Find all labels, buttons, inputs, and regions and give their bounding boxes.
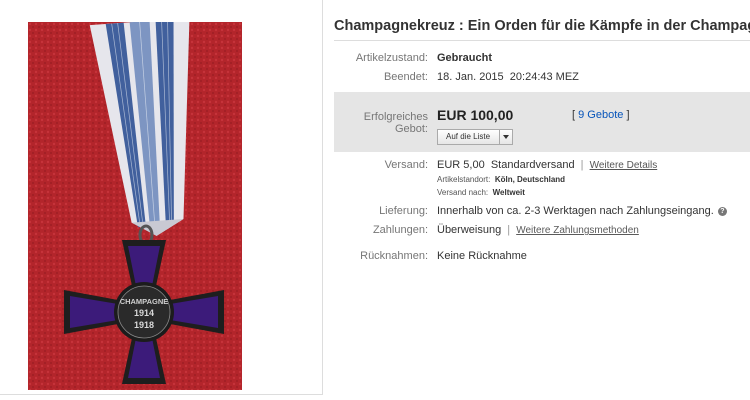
medal-illustration: CHAMPAGNE 1914 1918	[28, 22, 242, 390]
returns-value: Keine Rücknahme	[437, 250, 527, 262]
condition-value-text: Gebraucht	[437, 52, 493, 64]
cross-year-start: 1914	[134, 308, 154, 318]
delivery-text: Innerhalb von ca. 2-3 Werktagen nach Zah…	[437, 205, 714, 217]
ended-date: 18. Jan. 2015	[437, 71, 504, 83]
payments-value: Überweisung | Weitere Zahlungsmethoden	[437, 224, 639, 236]
returns-row: Rücknahmen: Keine Rücknahme	[334, 250, 750, 266]
condition-label: Artikelzustand:	[355, 52, 428, 64]
ships-to-label: Versand nach:	[437, 188, 489, 197]
add-to-watchlist-button[interactable]: Auf die Liste	[437, 129, 513, 145]
ships-to-value: Weltweit	[492, 188, 525, 197]
item-location-label: Artikelstandort:	[437, 175, 491, 184]
ships-to: Versand nach: Weltweit	[437, 188, 525, 197]
winning-bid-price: EUR 100,00	[437, 107, 514, 123]
ended-value: 18. Jan. 2015 20:24:43 MEZ	[437, 71, 579, 83]
payment-method: Überweisung	[437, 224, 502, 236]
chevron-down-icon[interactable]	[499, 130, 512, 144]
shipping-row: Versand: EUR 5,00 Standardversand | Weit…	[334, 159, 750, 175]
bid-count-link[interactable]: 9 Gebote	[578, 109, 623, 121]
more-payment-methods-link[interactable]: Weitere Zahlungsmethoden	[516, 225, 639, 236]
returns-label: Rücknahmen:	[360, 250, 428, 262]
delivery-row: Lieferung: Innerhalb von ca. 2-3 Werktag…	[334, 205, 750, 221]
help-icon[interactable]: ?	[717, 206, 727, 216]
delivery-value: Innerhalb von ca. 2-3 Werktagen nach Zah…	[437, 205, 727, 217]
shipping-method: Standardversand	[490, 159, 575, 171]
item-location-value: Köln, Deutschland	[494, 175, 566, 184]
watchlist-label: Auf die Liste	[446, 132, 491, 141]
bid-count-open-bracket: [	[572, 109, 576, 121]
shipping-pipe: |	[580, 159, 584, 171]
shipping-label: Versand:	[384, 159, 428, 171]
payments-row: Zahlungen: Überweisung | Weitere Zahlung…	[334, 224, 750, 240]
item-photo[interactable]: CHAMPAGNE 1914 1918	[28, 22, 242, 390]
ended-row: Beendet: 18. Jan. 2015 20:24:43 MEZ	[334, 71, 750, 87]
bid-count: [ 9 Gebote ]	[572, 109, 630, 121]
payments-label: Zahlungen:	[372, 224, 428, 236]
listing-title: Champagnekreuz : Ein Orden für die Kämpf…	[334, 18, 750, 34]
shipping-details-link[interactable]: Weitere Details	[590, 160, 658, 171]
delivery-label: Lieferung:	[379, 205, 428, 217]
condition-value: Gebraucht	[437, 52, 492, 64]
item-image-panel: CHAMPAGNE 1914 1918	[0, 0, 323, 395]
cross-top-text: CHAMPAGNE	[120, 297, 169, 306]
cross-year-end: 1918	[134, 320, 154, 330]
payments-pipe: |	[507, 224, 511, 236]
ended-label: Beendet:	[383, 71, 428, 83]
item-location: Artikelstandort: Köln, Deutschland	[437, 175, 565, 184]
condition-row: Artikelzustand: Gebraucht	[334, 52, 750, 68]
ended-time: 20:24:43 MEZ	[509, 71, 579, 83]
shipping-cost: EUR 5,00	[437, 159, 485, 171]
title-divider	[334, 40, 750, 41]
winning-bid-box: Erfolgreiches Gebot: EUR 100,00 [ 9 Gebo…	[334, 92, 750, 152]
shipping-value: EUR 5,00 Standardversand | Weitere Detai…	[437, 159, 657, 171]
winning-bid-label: Erfolgreiches Gebot:	[363, 111, 428, 135]
bid-count-close-bracket: ]	[626, 109, 630, 121]
